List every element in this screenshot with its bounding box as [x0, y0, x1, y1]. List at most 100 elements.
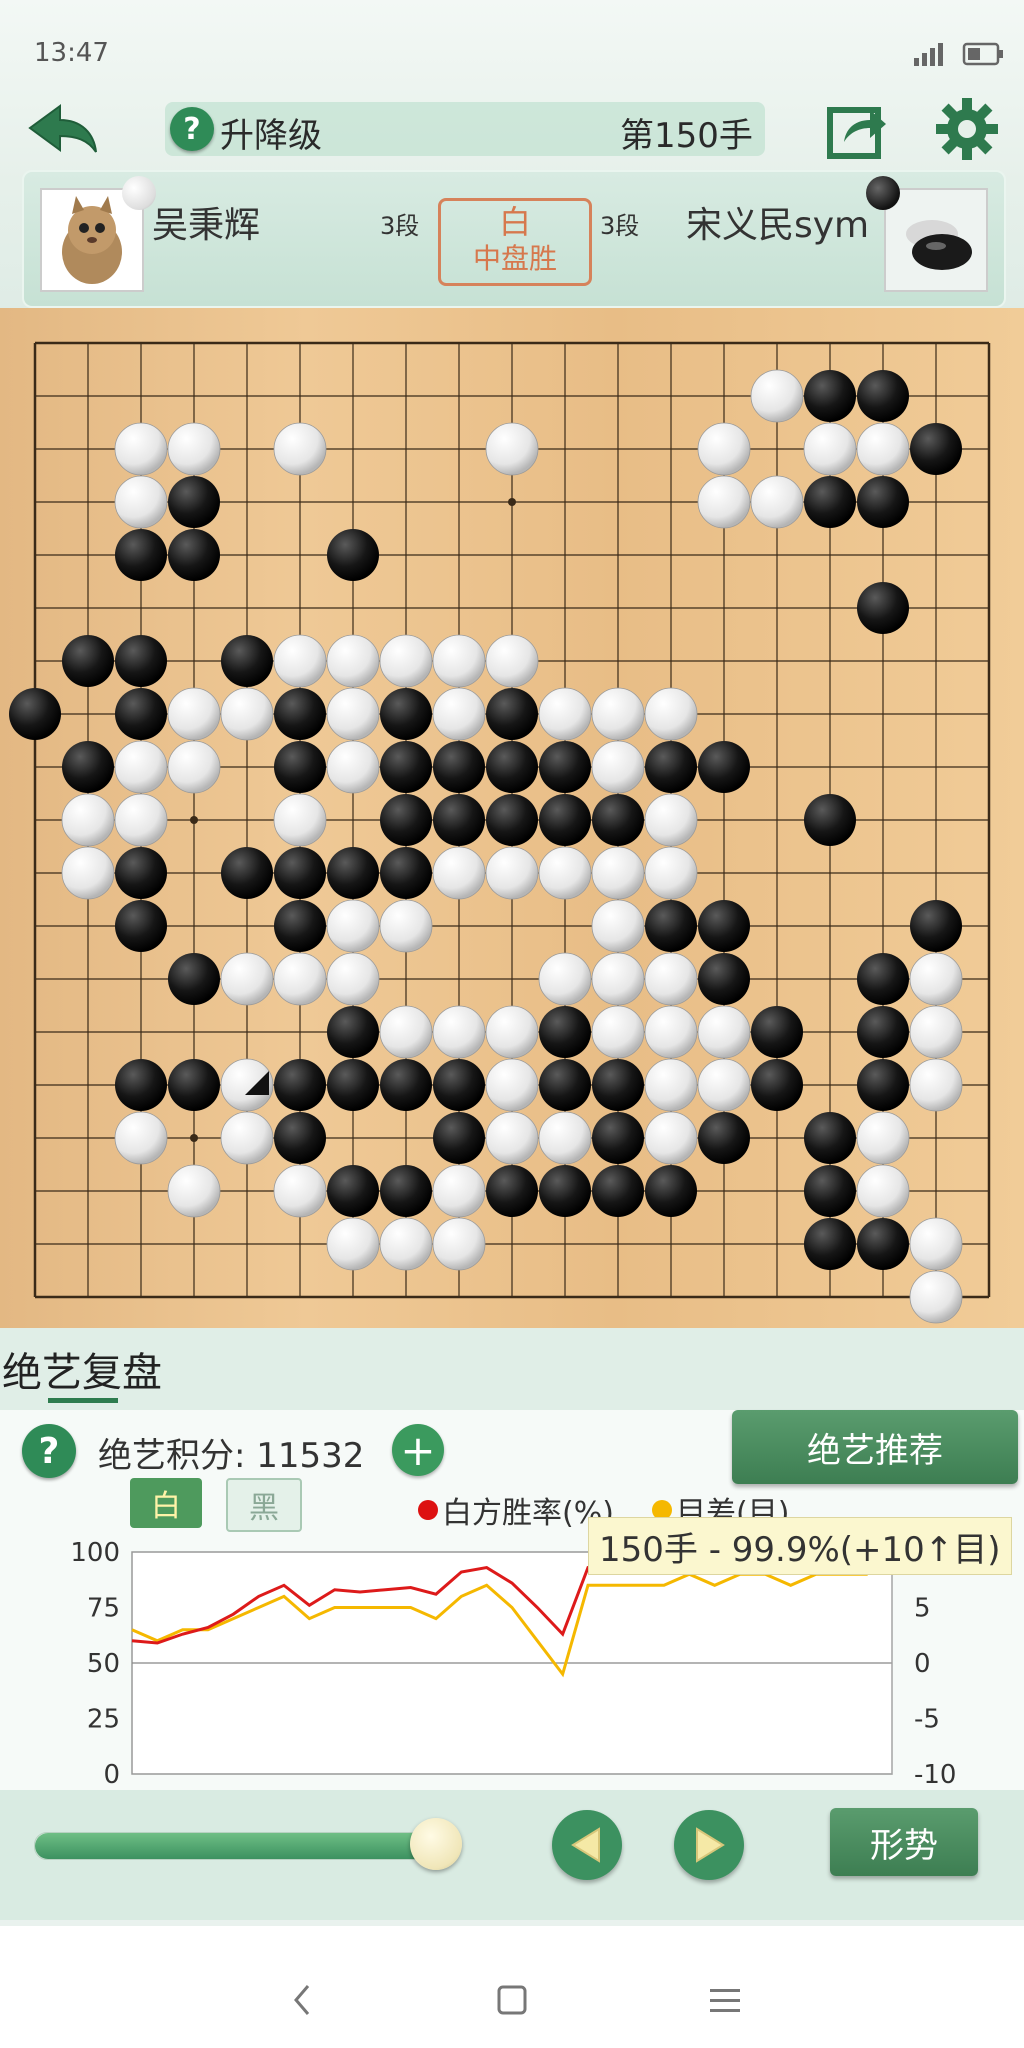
white-stone: [591, 687, 645, 741]
go-board[interactable]: [0, 308, 1024, 1328]
white-stone: [538, 952, 592, 1006]
move-slider-track[interactable]: [34, 1832, 436, 1860]
move-number: 第150手: [620, 116, 753, 156]
back-arrow-icon[interactable]: [26, 100, 100, 156]
black-stone: [327, 847, 379, 899]
black-stone: [433, 794, 485, 846]
black-stone: [115, 688, 167, 740]
black-stone: [592, 794, 644, 846]
black-player-name: 宋义民sym: [686, 205, 870, 246]
battery-icon: [962, 42, 1003, 66]
black-stone: [645, 741, 697, 793]
score-label: 绝艺积分: 11532: [98, 1436, 365, 1476]
black-stone-marker: [866, 176, 900, 210]
white-stone: [432, 846, 486, 900]
white-stone: [485, 422, 539, 476]
black-stone: [857, 582, 909, 634]
system-navigation-bar: [0, 1926, 1024, 2048]
black-stone: [380, 1059, 432, 1111]
white-stone: [644, 952, 698, 1006]
prev-triangle-icon: [571, 1827, 600, 1863]
share-icon[interactable]: [826, 98, 890, 160]
black-stone: [857, 953, 909, 1005]
white-stone: [591, 952, 645, 1006]
white-stone: [591, 846, 645, 900]
help-icon[interactable]: ?: [22, 1424, 76, 1478]
y2-tick-label: 5: [914, 1594, 931, 1624]
white-stone: [273, 952, 327, 1006]
next-move-button[interactable]: [674, 1810, 744, 1880]
white-stone: [644, 1111, 698, 1165]
white-stone: [326, 1217, 380, 1271]
settings-gear-icon[interactable]: [934, 96, 1000, 162]
white-stone: [114, 475, 168, 529]
black-stone: [751, 1006, 803, 1058]
white-stone: [220, 952, 274, 1006]
white-stone: [697, 422, 751, 476]
white-stone: [326, 899, 380, 953]
y-tick-label: 0: [103, 1760, 120, 1790]
white-stone: [326, 687, 380, 741]
black-stone: [380, 794, 432, 846]
black-stone: [645, 1165, 697, 1217]
situation-button[interactable]: 形势: [830, 1808, 978, 1876]
add-score-button[interactable]: +: [392, 1424, 444, 1476]
black-stone: [115, 1059, 167, 1111]
help-icon[interactable]: ?: [170, 107, 214, 151]
black-stone: [327, 1006, 379, 1058]
white-player-name: 吴秉辉: [152, 205, 261, 246]
white-stone: [538, 687, 592, 741]
signal-icon: [914, 43, 943, 66]
white-stone: [220, 687, 274, 741]
white-stone: [114, 740, 168, 794]
stones-avatar-image: [886, 190, 986, 290]
white-stone: [909, 1217, 963, 1271]
go-board-area[interactable]: [0, 308, 1024, 1328]
white-stone: [273, 1164, 327, 1218]
move-slider-thumb[interactable]: [410, 1818, 462, 1870]
black-stone: [168, 529, 220, 581]
black-player-avatar[interactable]: [884, 188, 988, 292]
y-tick-label: 100: [70, 1538, 120, 1568]
recommend-button[interactable]: 绝艺推荐: [732, 1410, 1018, 1484]
white-stone: [379, 1217, 433, 1271]
white-stone: [326, 740, 380, 794]
y-tick-label: 50: [87, 1649, 120, 1679]
black-stone: [804, 1112, 856, 1164]
nav-home-icon[interactable]: [496, 1984, 528, 2016]
black-stone: [327, 1165, 379, 1217]
y2-tick-label: -5: [914, 1705, 940, 1735]
black-stone: [751, 1059, 803, 1111]
black-stone: [380, 741, 432, 793]
black-stone: [115, 529, 167, 581]
black-stone: [486, 794, 538, 846]
tab-review[interactable]: 绝艺复盘: [2, 1340, 162, 1398]
black-stone: [698, 1112, 750, 1164]
white-stone: [167, 422, 221, 476]
white-stone: [750, 475, 804, 529]
white-stone: [909, 1270, 963, 1324]
black-stone: [539, 1006, 591, 1058]
star-point: [508, 498, 516, 506]
nav-back-icon[interactable]: [290, 1982, 314, 2018]
white-stone: [697, 1058, 751, 1112]
black-stone: [804, 476, 856, 528]
black-stone: [804, 794, 856, 846]
game-result: 白 中盘胜: [438, 198, 592, 286]
prev-move-button[interactable]: [552, 1810, 622, 1880]
white-stone: [485, 1058, 539, 1112]
black-stone: [168, 1059, 220, 1111]
white-stone: [114, 1111, 168, 1165]
black-stone: [592, 1059, 644, 1111]
black-stone: [433, 1059, 485, 1111]
white-stone: [644, 846, 698, 900]
white-stone: [114, 422, 168, 476]
nav-menu-icon[interactable]: [708, 1986, 742, 2014]
black-stone: [9, 688, 61, 740]
black-stone: [857, 1218, 909, 1270]
black-stone: [274, 1059, 326, 1111]
black-stone: [804, 1165, 856, 1217]
white-stone: [909, 952, 963, 1006]
white-stone: [909, 1005, 963, 1059]
black-stone: [274, 688, 326, 740]
